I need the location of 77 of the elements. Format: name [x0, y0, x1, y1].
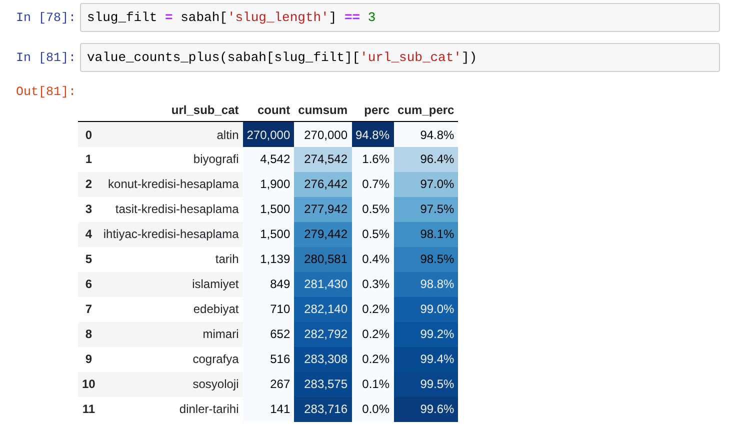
code-input[interactable]: value_counts_plus(sabah[slug_filt]['url_sub_cat']): [80, 43, 720, 72]
table-cell: 0.2%: [352, 346, 394, 372]
row-index: 4: [78, 222, 100, 247]
table-cell: 1,900: [242, 172, 294, 197]
table-cell: 277,942: [294, 196, 352, 222]
table-cell: 274,542: [294, 146, 352, 172]
table-cell: 0.1%: [352, 372, 394, 397]
table-cell: 0.3%: [352, 272, 394, 297]
table-cell: cografya: [99, 346, 243, 372]
table-cell: 0.0%: [352, 396, 394, 422]
row-index: 2: [78, 172, 100, 197]
row-index: 11: [78, 396, 100, 422]
table-cell: 283,308: [294, 346, 352, 372]
table-cell: 270,000: [242, 122, 294, 147]
table-cell: islamiyet: [99, 272, 243, 297]
output-prompt: Out[81]:: [15, 84, 78, 101]
table-cell: 282,792: [294, 322, 352, 347]
table-cell: 280,581: [294, 246, 352, 272]
table-cell: 1.6%: [352, 146, 394, 172]
table-cell: 141: [242, 396, 294, 422]
table-cell: 0.7%: [352, 172, 394, 197]
table-cell: edebiyat: [99, 296, 243, 322]
row-index: 1: [78, 146, 100, 172]
table-cell: 283,716: [294, 396, 352, 422]
table-cell: 267: [242, 372, 294, 397]
table-cell: konut-kredisi-hesaplama: [99, 172, 243, 197]
table-cell: 282,140: [294, 296, 352, 322]
table-cell: 0.5%: [352, 196, 394, 222]
row-index: 8: [78, 322, 100, 347]
table-cell: 283,575: [294, 372, 352, 397]
code-input[interactable]: slug_filt = sabah['slug_length'] == 3: [80, 3, 720, 32]
table-cell: mimari: [99, 322, 243, 347]
input-prompt: In [81]:: [15, 50, 78, 67]
table-cell: 94.8%: [394, 122, 458, 147]
table-cell: 0.4%: [352, 246, 394, 272]
table-cell: 0.5%: [352, 222, 394, 247]
table-cell: 0.2%: [352, 296, 394, 322]
row-index: 0: [78, 122, 100, 147]
table-cell: tasit-kredisi-hesaplama: [99, 196, 243, 222]
row-index: 7: [78, 296, 100, 322]
table-cell: 94.8%: [352, 122, 394, 147]
table-cell: 4,542: [242, 146, 294, 172]
row-index: 6: [78, 272, 100, 297]
table-cell: 97.5%: [394, 196, 458, 222]
table-cell: 1,500: [242, 196, 294, 222]
table-cell: 98.1%: [394, 222, 458, 247]
row-index: 10: [78, 372, 100, 397]
table-cell: ihtiyac-kredisi-hesaplama: [99, 222, 243, 247]
table-cell: 99.5%: [394, 372, 458, 397]
table-cell: 1,500: [242, 222, 294, 247]
table-cell: 0.2%: [352, 322, 394, 347]
table-cell: 270,000: [294, 122, 352, 147]
table-cell: biyografi: [99, 146, 243, 172]
table-cell: dinler-tarihi: [99, 396, 243, 422]
table-cell: 281,430: [294, 272, 352, 297]
table-cell: 98.8%: [394, 272, 458, 297]
table-cell: 279,442: [294, 222, 352, 247]
table-cell: 652: [242, 322, 294, 347]
table-cell: 99.0%: [394, 296, 458, 322]
table-cell: 99.4%: [394, 346, 458, 372]
table-cell: sosyoloji: [99, 372, 243, 397]
table-cell: 849: [242, 272, 294, 297]
table-cell: 1,139: [242, 246, 294, 272]
table-cell: tarih: [99, 246, 243, 272]
table-cell: 98.5%: [394, 246, 458, 272]
table-cell: 710: [242, 296, 294, 322]
table-cell: 99.6%: [394, 396, 458, 422]
table-cell: altin: [99, 122, 243, 147]
table-cell: 99.2%: [394, 322, 458, 347]
table-cell: 97.0%: [394, 172, 458, 197]
row-index: 9: [78, 346, 100, 372]
row-index: 5: [78, 246, 100, 272]
row-index: 3: [78, 196, 100, 222]
table-cell: 516: [242, 346, 294, 372]
table-cell: 276,442: [294, 172, 352, 197]
table-cell: 96.4%: [394, 146, 458, 172]
input-prompt: In [78]:: [15, 10, 78, 27]
